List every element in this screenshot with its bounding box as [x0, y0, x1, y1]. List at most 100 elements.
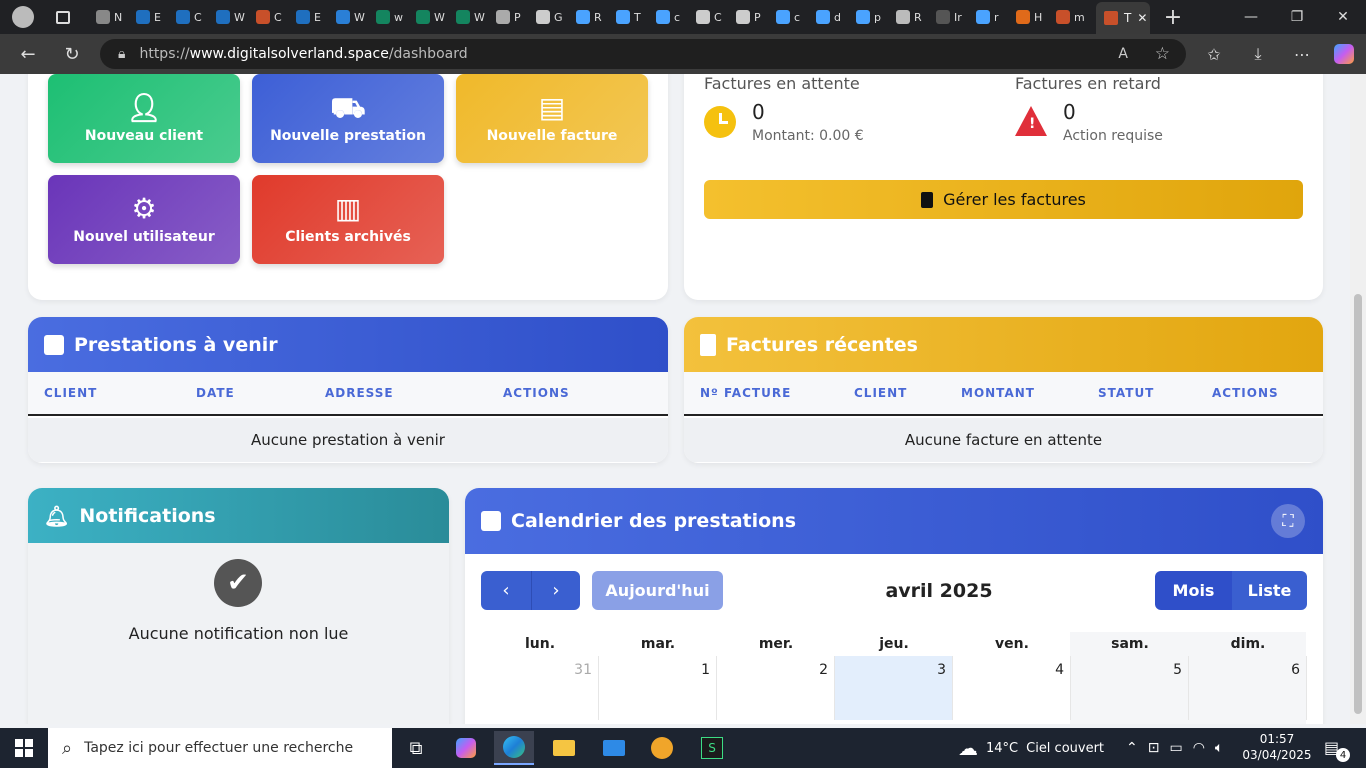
calendar-day-cell[interactable]: 6	[1189, 656, 1307, 720]
back-icon[interactable]: ←	[10, 36, 46, 72]
tab-active[interactable]: T ✕	[1096, 2, 1150, 34]
calendar-day-cell[interactable]: 4	[953, 656, 1071, 720]
today-button[interactable]: Aujourd'hui	[592, 571, 723, 610]
taskbar-search-input[interactable]: ⌕ Tapez ici pour effectuer une recherche	[48, 728, 392, 768]
prev-month-button[interactable]: ‹	[481, 571, 531, 610]
browser-tab[interactable]: N	[92, 6, 122, 28]
col-actions: ACTIONS	[503, 386, 570, 400]
manage-invoices-label: Gérer les factures	[943, 190, 1086, 209]
battery-icon[interactable]: ▭	[1169, 740, 1182, 756]
browser-tab[interactable]: W	[212, 6, 245, 28]
clock[interactable]: 01:57 03/04/2025	[1242, 731, 1312, 763]
tab-label: r	[994, 10, 999, 24]
browser-tab[interactable]: T	[612, 6, 641, 28]
calendar-day-cell[interactable]: 3	[835, 656, 953, 720]
recent-invoices-empty-row: Aucune facture en attente	[684, 418, 1323, 462]
browser-tab[interactable]: W	[452, 6, 485, 28]
view-month-button[interactable]: Mois	[1155, 571, 1232, 610]
close-tab-icon[interactable]: ✕	[1137, 11, 1147, 25]
browser-tab[interactable]: H	[1012, 6, 1042, 28]
weekday-header: mar.	[640, 636, 676, 652]
browser-tab[interactable]: P	[732, 6, 761, 28]
windows-start-icon[interactable]	[4, 734, 44, 762]
new-invoice-button[interactable]: ▤ Nouvelle facture	[456, 74, 648, 163]
address-bar-row: ← ↻ 🔒︎ https://www.digitalsolverland.spa…	[0, 34, 1366, 74]
user-gear-icon: ⚙	[131, 191, 157, 225]
browser-tab[interactable]: m	[1052, 6, 1085, 28]
vpn-app-icon[interactable]	[642, 734, 682, 762]
tab-label: W	[474, 10, 485, 24]
url-input[interactable]: 🔒︎ https://www.digitalsolverland.space/d…	[100, 39, 1186, 69]
copilot-icon[interactable]	[1326, 39, 1362, 69]
browser-tab[interactable]: C	[692, 6, 722, 28]
browser-tab[interactable]: W	[332, 6, 365, 28]
new-service-button[interactable]: ⛟ Nouvelle prestation	[252, 74, 444, 163]
browser-tab[interactable]: w	[372, 6, 403, 28]
camera-icon[interactable]: ⊡	[1148, 740, 1160, 756]
tab-actions-icon[interactable]	[52, 6, 74, 28]
next-month-button[interactable]: ›	[531, 571, 580, 610]
browser-tab[interactable]: G	[532, 6, 563, 28]
copilot-taskbar-icon[interactable]	[446, 734, 486, 762]
browser-tab[interactable]: R	[892, 6, 922, 28]
weather-widget[interactable]: ☁ 14°C Ciel couvert	[958, 728, 1104, 768]
calendar-day-cell[interactable]: 2	[717, 656, 835, 720]
calendar-day-cell[interactable]: 5	[1071, 656, 1189, 720]
browser-tab[interactable]: p	[852, 6, 881, 28]
mail-icon[interactable]	[594, 734, 634, 762]
tab-label: p	[874, 10, 881, 24]
new-tab-button[interactable]: +	[1150, 0, 1196, 34]
archived-clients-button[interactable]: ▥ Clients archivés	[252, 175, 444, 264]
file-explorer-icon[interactable]	[544, 734, 584, 762]
favorites-icon[interactable]: ✩	[1196, 39, 1232, 69]
volume-icon[interactable]: 🔈︎	[1215, 740, 1223, 756]
tab-favicon-icon	[616, 10, 630, 24]
page-scrollbar[interactable]	[1350, 74, 1366, 724]
browser-tab[interactable]: C	[172, 6, 202, 28]
recent-invoices-header: Factures récentes	[684, 317, 1323, 372]
browser-tab[interactable]: E	[292, 6, 321, 28]
clock-time: 01:57	[1259, 732, 1295, 746]
notifications-empty: Aucune notification non lue	[128, 624, 349, 643]
calendar-day-cell[interactable]: 1	[599, 656, 717, 720]
browser-tab[interactable]: W	[412, 6, 445, 28]
browser-tab[interactable]: r	[972, 6, 999, 28]
edge-taskbar-icon[interactable]	[494, 731, 534, 765]
close-window-icon[interactable]: ✕	[1320, 0, 1366, 34]
browser-tab[interactable]: c	[772, 6, 800, 28]
read-aloud-icon[interactable]: A	[1118, 46, 1128, 62]
minimize-icon[interactable]: —	[1228, 0, 1274, 34]
wifi-icon[interactable]: ◠	[1193, 740, 1205, 756]
browser-tab[interactable]: E	[132, 6, 161, 28]
browser-tab[interactable]: d	[812, 6, 841, 28]
new-client-button[interactable]: 👤︎ Nouveau client	[48, 74, 240, 163]
recent-invoices-title: Factures récentes	[726, 333, 918, 356]
downloads-icon[interactable]: ⤓	[1240, 39, 1276, 69]
weekday-header: jeu.	[879, 636, 909, 652]
browser-tab[interactable]: P	[492, 6, 521, 28]
favorite-star-icon[interactable]: ☆	[1155, 44, 1170, 64]
warning-icon-mark: !	[1029, 116, 1036, 132]
tab-label: G	[554, 10, 563, 24]
browser-tab[interactable]: c	[652, 6, 680, 28]
browser-tab[interactable]: R	[572, 6, 602, 28]
calendar-day-cell[interactable]: 31	[481, 656, 599, 720]
chevron-up-icon[interactable]: ⌃	[1126, 740, 1138, 756]
tab-label: W	[234, 10, 245, 24]
scrollbar-thumb[interactable]	[1354, 294, 1362, 714]
restore-icon[interactable]: ❐	[1274, 0, 1320, 34]
browser-tab[interactable]: Ir	[932, 6, 962, 28]
new-user-button[interactable]: ⚙ Nouvel utilisateur	[48, 175, 240, 264]
fullscreen-icon[interactable]: ⛶	[1271, 504, 1305, 538]
upcoming-empty-row: Aucune prestation à venir	[28, 418, 668, 462]
app-taskbar-icon[interactable]: S	[692, 734, 732, 762]
manage-invoices-button[interactable]: Gérer les factures	[704, 180, 1303, 219]
browser-tab[interactable]: C	[252, 6, 282, 28]
dolly-icon: ⛟	[330, 90, 366, 124]
refresh-icon[interactable]: ↻	[54, 36, 90, 72]
weekday-header: ven.	[995, 636, 1029, 652]
profile-avatar-icon[interactable]	[12, 6, 34, 28]
view-list-button[interactable]: Liste	[1232, 571, 1307, 610]
task-view-icon[interactable]: ⧉	[396, 734, 436, 762]
more-menu-icon[interactable]: ⋯	[1284, 39, 1320, 69]
